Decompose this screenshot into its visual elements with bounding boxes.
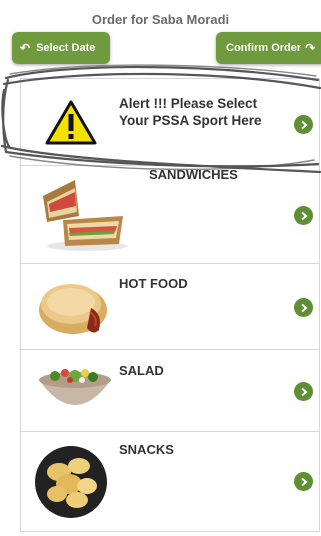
chips-image [35, 446, 107, 518]
menu-list: Alert !!! Please Select Your PSSA Sport … [20, 78, 320, 532]
list-item-snacks[interactable]: SNACKS [20, 432, 320, 532]
sandwich-image [43, 180, 127, 251]
list-item-sandwiches[interactable]: SANDWICHES [20, 166, 320, 264]
select-date-button[interactable]: ↶ Select Date [12, 32, 110, 64]
undo-arrow-icon: ↶ [20, 41, 31, 55]
list-item-title: HOT FOOD [119, 276, 188, 291]
list-item-hot-food[interactable]: HOT FOOD [20, 264, 320, 350]
list-item-title: Alert !!! Please Select Your PSSA Sport … [119, 96, 262, 128]
salad-bowl-image [39, 369, 111, 405]
chevron-right-icon[interactable] [294, 206, 313, 225]
confirm-order-button[interactable]: Confirm Order ↷ [216, 32, 321, 64]
list-item-title: SNACKS [119, 442, 174, 457]
redo-arrow-icon: ↷ [305, 41, 316, 55]
chevron-right-icon[interactable] [294, 298, 313, 317]
confirm-order-label: Confirm Order [226, 42, 302, 54]
list-item-title: SANDWICHES [149, 167, 238, 182]
select-date-label: Select Date [36, 42, 96, 54]
pie-image [39, 284, 107, 334]
warning-icon [45, 100, 97, 145]
list-item-salad[interactable]: SALAD [20, 350, 320, 432]
chevron-right-icon[interactable] [294, 472, 313, 491]
list-item-title: SALAD [119, 363, 164, 378]
list-item-alert[interactable]: Alert !!! Please Select Your PSSA Sport … [20, 78, 320, 166]
chevron-right-icon[interactable] [294, 382, 313, 401]
chevron-right-icon[interactable] [294, 115, 313, 134]
page-title: Order for Saba Moradi [91, 12, 230, 27]
